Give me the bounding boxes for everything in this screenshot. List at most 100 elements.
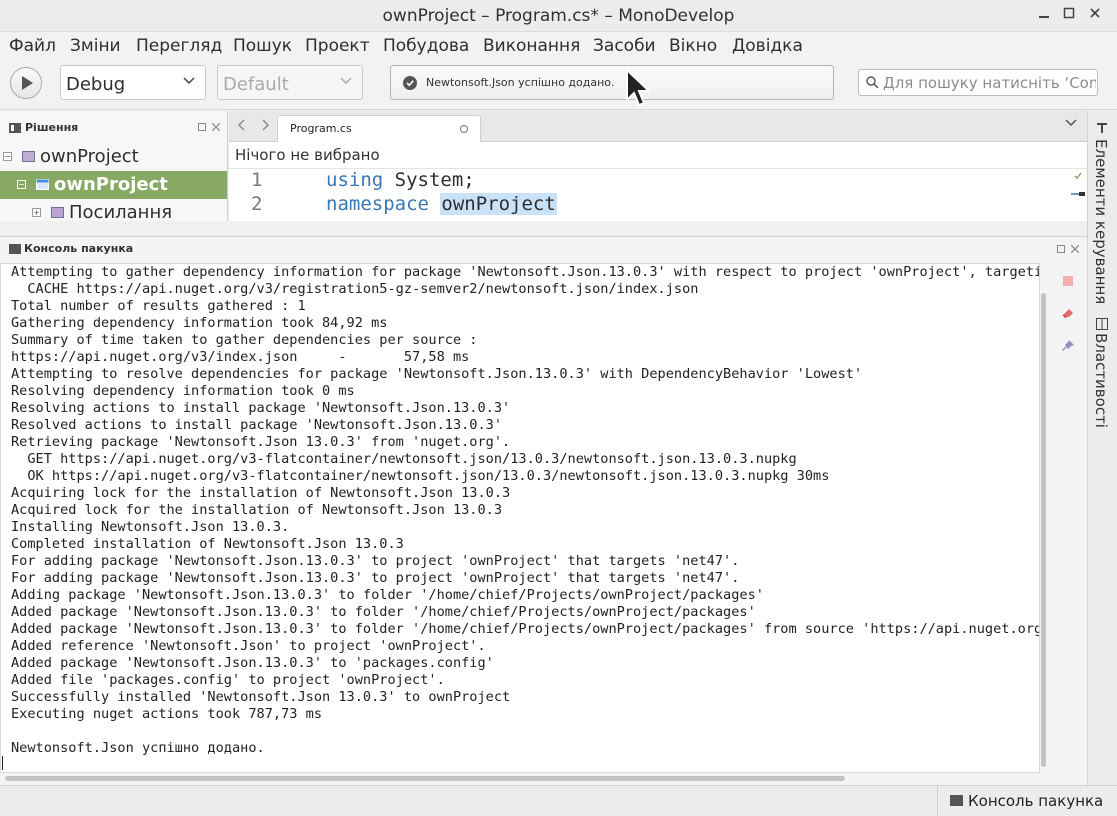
tab-close-button[interactable] — [460, 125, 468, 133]
collapse-toggle[interactable]: − — [17, 180, 26, 189]
chevron-left-icon — [238, 119, 245, 131]
collapse-toggle[interactable]: − — [3, 152, 12, 161]
toolbox-icon — [1097, 123, 1107, 133]
tree-item-label: ownProject — [54, 174, 168, 195]
code-line: 2 namespace ownProject — [229, 193, 1069, 217]
close-icon — [1070, 244, 1080, 254]
editor-tabbar: Program.cs — [229, 111, 1087, 142]
console-icon — [9, 244, 21, 254]
console-line: Executing nuget actions took 787,73 ms — [11, 706, 322, 722]
menu-run[interactable]: Виконання — [483, 36, 580, 56]
tree-item-references[interactable]: + Посилання — [0, 199, 227, 221]
console-output[interactable]: Attempting to gather dependency informat… — [0, 263, 1040, 773]
tab-scroll-left-button[interactable] — [238, 119, 246, 135]
text-cursor — [2, 756, 3, 770]
menu-file[interactable]: Файл — [9, 36, 56, 56]
pin-icon[interactable] — [1060, 338, 1076, 354]
console-line: Completed installation of Newtonsoft.Jso… — [11, 536, 404, 552]
pad-maximize-button[interactable] — [198, 123, 206, 134]
solution-icon — [22, 151, 35, 162]
line-text: using System; — [326, 169, 475, 191]
solution-pad-icon — [9, 123, 21, 133]
console-line: Resolved actions to install package 'New… — [11, 417, 503, 433]
console-line: Summary of time taken to gather dependen… — [11, 332, 478, 348]
console-line: Attempting to gather dependency informat… — [11, 264, 1040, 280]
menu-view[interactable]: Перегляд — [136, 36, 222, 56]
menu-build[interactable]: Побудова — [383, 36, 469, 56]
pad-tab-toolbox[interactable]: Елементи керування — [1092, 139, 1110, 304]
console-line: Adding package 'Newtonsoft.Json.13.0.3' … — [11, 587, 764, 603]
close-icon — [211, 122, 221, 132]
menu-project[interactable]: Проект — [305, 36, 370, 56]
menu-bar: Файл Зміни Перегляд Пошук Проект Побудов… — [0, 32, 1117, 60]
caret-marker-icon — [1071, 192, 1085, 196]
maximize-button[interactable] — [1059, 6, 1079, 26]
tab-scroll-right-button[interactable] — [261, 119, 269, 135]
horizontal-scrollbar[interactable] — [5, 776, 845, 781]
status-message: Newtonsoft.Json успішно додано. — [426, 76, 615, 89]
project-icon — [36, 179, 49, 190]
close-window-button[interactable] — [1085, 6, 1105, 26]
console-line: Successfully installed 'Newtonsoft.Json … — [11, 689, 511, 705]
pad-close-button[interactable] — [1070, 244, 1080, 256]
pad-close-button[interactable] — [211, 122, 221, 134]
console-line: Resolving dependency information took 0 … — [11, 383, 355, 399]
maximize-icon — [198, 123, 206, 131]
run-button[interactable] — [10, 67, 42, 99]
configuration-select[interactable]: Debug — [60, 65, 206, 100]
play-icon — [22, 76, 33, 90]
search-box[interactable] — [858, 69, 1098, 96]
console-icon — [950, 795, 963, 806]
search-icon — [866, 76, 879, 89]
menu-tools[interactable]: Засоби — [593, 36, 656, 56]
vertical-scrollbar[interactable] — [1041, 293, 1046, 767]
tab-program-cs[interactable]: Program.cs — [277, 115, 481, 142]
breadcrumb[interactable]: Нічого не вибрано — [235, 146, 380, 164]
statusbar-console-label: Консоль пакунка — [968, 792, 1104, 810]
editor-area: Program.cs Нічого не вибрано 1 using Sys… — [229, 111, 1087, 221]
menu-search[interactable]: Пошук — [233, 36, 292, 56]
clear-console-icon[interactable] — [1060, 305, 1076, 321]
platform-select[interactable]: Default — [217, 65, 363, 100]
console-line: Added package 'Newtonsoft.Json.13.0.3' t… — [11, 655, 494, 671]
code-line: 1 using System; — [229, 169, 1069, 193]
pad-maximize-button[interactable] — [1057, 245, 1065, 256]
pad-tab-properties[interactable]: Властивості — [1092, 333, 1110, 428]
expand-toggle[interactable]: + — [32, 208, 41, 217]
main-toolbar: Debug Default Newtonsoft.Json успішно до… — [0, 60, 1117, 110]
console-line: Added reference 'Newtonsoft.Json' to pro… — [11, 638, 486, 654]
tree-item-label: Посилання — [69, 202, 173, 221]
console-line: For adding package 'Newtonsoft.Json.13.0… — [11, 570, 740, 586]
maximize-icon — [1057, 245, 1065, 253]
tab-list-dropdown[interactable] — [1065, 119, 1077, 127]
stop-icon[interactable] — [1060, 273, 1076, 289]
solution-pad-header: Рішення — [0, 111, 227, 145]
right-pad-bar: Елементи керування Властивості — [1087, 111, 1117, 785]
package-console-pad: Консоль пакунка Attempting to gather dep… — [0, 236, 1087, 785]
menu-edit[interactable]: Зміни — [70, 36, 121, 56]
keyword: namespace — [326, 193, 429, 215]
minimize-button[interactable] — [1034, 6, 1054, 26]
tree-item-solution[interactable]: − ownProject — [0, 143, 227, 171]
console-line: Retrieving package 'Newtonsoft.Json 13.0… — [11, 434, 511, 450]
console-line: Installing Newtonsoft.Json 13.0.3. — [11, 519, 290, 535]
code-text: System; — [383, 169, 475, 191]
console-line: GET https://api.nuget.org/v3-flatcontain… — [11, 451, 797, 467]
minimize-icon — [1039, 16, 1049, 18]
solution-pad-title: Рішення — [25, 121, 79, 134]
statusbar-console-pad-button[interactable]: Консоль пакунка — [937, 786, 1117, 816]
menu-window[interactable]: Вікно — [669, 36, 717, 56]
tree-item-label: ownProject — [40, 146, 139, 167]
title-bar: ownProject – Program.cs* – MonoDevelop — [0, 0, 1117, 32]
references-icon — [51, 207, 64, 218]
code-editor[interactable]: 1 using System; 2 namespace ownProject — [229, 168, 1087, 221]
menu-help[interactable]: Довідка — [732, 36, 803, 56]
line-number: 2 — [251, 193, 263, 215]
status-area: Newtonsoft.Json успішно додано. — [390, 65, 834, 100]
tree-item-project[interactable]: − ownProject — [0, 171, 227, 199]
search-input[interactable] — [883, 72, 1096, 93]
console-line: Acquiring lock for the installation of N… — [11, 485, 511, 501]
status-bar: Консоль пакунка — [0, 785, 1117, 816]
console-line: Resolving actions to install package 'Ne… — [11, 400, 511, 416]
highlighted-identifier: ownProject — [440, 193, 557, 215]
